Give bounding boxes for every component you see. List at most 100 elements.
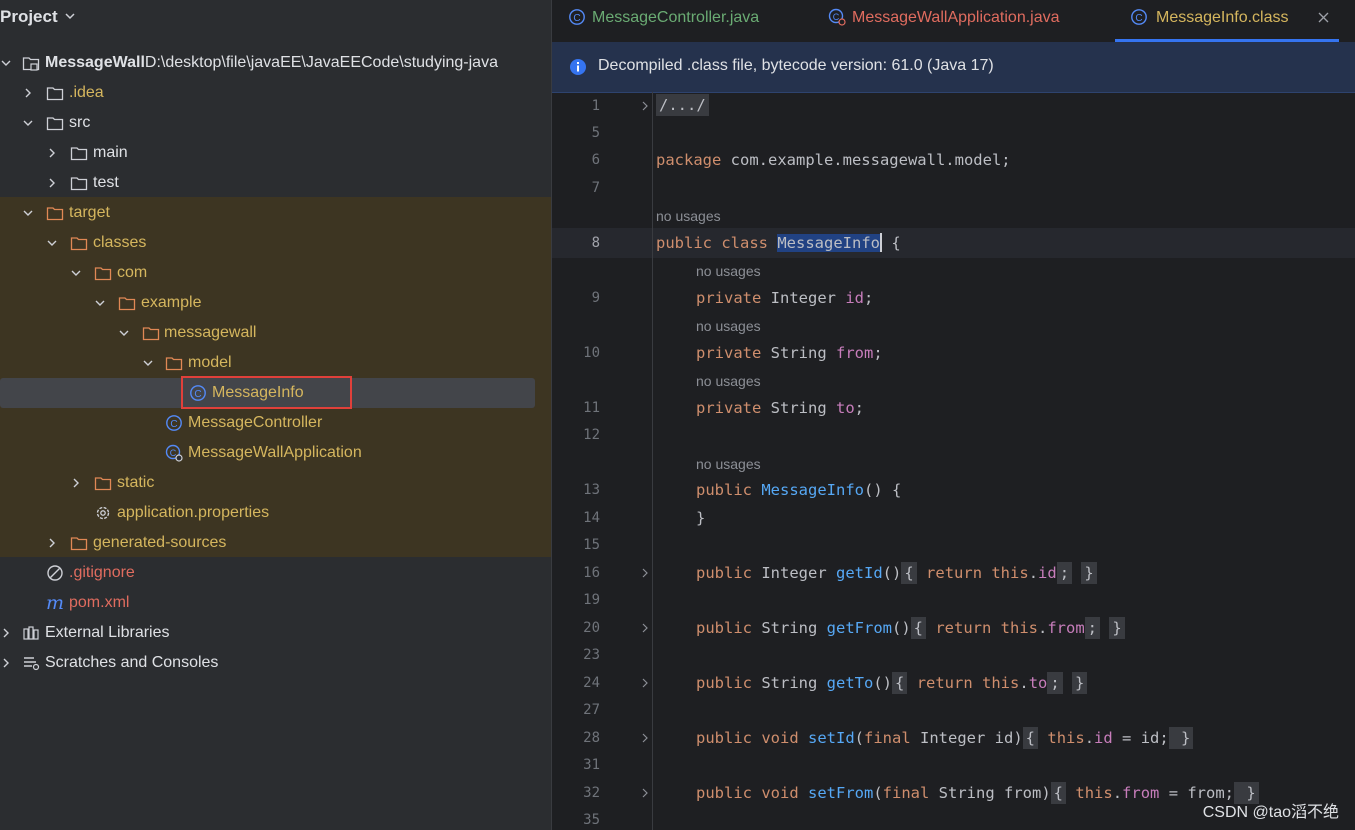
chevron-down-icon[interactable]	[94, 297, 106, 309]
tree-item-com[interactable]: com	[0, 258, 551, 288]
code-line-16[interactable]: public Integer getId(){ return this.id; …	[696, 562, 1097, 584]
code-line-10[interactable]: private String from;	[696, 344, 883, 362]
tree-item-external-libraries[interactable]: External Libraries	[0, 618, 551, 648]
chevron-right-icon[interactable]	[46, 537, 58, 549]
code-line-24[interactable]: public String getTo(){ return this.to; }	[696, 672, 1088, 694]
fold-expand-icon[interactable]	[640, 733, 650, 743]
code-line-32[interactable]: public void setFrom(final String from){ …	[696, 782, 1259, 804]
folded-body[interactable]: }	[1168, 727, 1194, 749]
chevron-down-icon[interactable]	[63, 9, 77, 23]
tree-item-classes[interactable]: classes	[0, 228, 551, 258]
fold-expand-icon[interactable]	[640, 623, 650, 633]
chevron-right-icon[interactable]	[70, 477, 82, 489]
chevron-down-icon[interactable]	[70, 267, 82, 279]
tree-item-test[interactable]: test	[0, 168, 551, 198]
code-line-6[interactable]: package com.example.messagewall.model;	[656, 151, 1011, 169]
tab-messagecontroller[interactable]: C MessageController.java	[568, 0, 808, 42]
tab-label: MessageWallApplication.java	[852, 9, 1060, 26]
tree-item-application-properties[interactable]: application.properties	[0, 498, 551, 528]
tree-item-static[interactable]: static	[0, 468, 551, 498]
line-number: 32	[583, 785, 600, 801]
line-number: 24	[583, 675, 600, 691]
tree-item-src[interactable]: src	[0, 108, 551, 138]
tree-label: pom.xml	[69, 594, 130, 611]
tree-item-main[interactable]: main	[0, 138, 551, 168]
fold-expand-icon[interactable]	[640, 101, 650, 111]
fold-expand-icon[interactable]	[640, 568, 650, 578]
chevron-down-icon[interactable]	[0, 57, 12, 69]
tree-item-target[interactable]: target	[0, 198, 551, 228]
tree-item-generated-sources[interactable]: generated-sources	[0, 528, 551, 558]
class-icon: C	[1131, 9, 1147, 25]
folded-header[interactable]: /.../	[656, 94, 709, 116]
fold-expand-icon[interactable]	[640, 678, 650, 688]
close-icon[interactable]	[1318, 12, 1329, 23]
tree-item-messagewallapplication[interactable]: C MessageWallApplication	[0, 438, 551, 468]
folded-body[interactable]: {	[910, 617, 926, 639]
keyword: public void	[696, 729, 799, 747]
folded-body[interactable]: }	[1072, 672, 1088, 694]
code-line-1[interactable]: /.../	[656, 94, 709, 116]
line-number: 31	[583, 757, 600, 773]
spring-app-class-icon: C	[828, 8, 846, 26]
tree-item-scratches[interactable]: Scratches and Consoles	[0, 648, 551, 678]
tree-label: messagewall	[164, 324, 257, 341]
tree-item-pom[interactable]: m pom.xml	[0, 588, 551, 618]
keyword: final	[882, 784, 930, 802]
line-number: 28	[583, 730, 600, 746]
usage-hint[interactable]: no usages	[696, 456, 761, 472]
tab-messageinfo-class[interactable]: C MessageInfo.class	[1115, 0, 1339, 42]
chevron-down-icon[interactable]	[22, 207, 34, 219]
keyword: private	[696, 399, 762, 417]
chevron-right-icon[interactable]	[0, 627, 12, 639]
chevron-down-icon[interactable]	[22, 117, 34, 129]
text-caret	[879, 232, 882, 252]
folded-body[interactable]: ;	[1047, 672, 1063, 694]
chevron-right-icon[interactable]	[22, 87, 34, 99]
project-title[interactable]: Project	[0, 7, 58, 27]
usage-hint[interactable]: no usages	[696, 373, 761, 389]
folded-body[interactable]: }	[1109, 617, 1125, 639]
folded-body[interactable]: ;	[1056, 562, 1073, 584]
tree-item-messagewall-pkg[interactable]: messagewall	[0, 318, 551, 348]
usage-hint[interactable]: no usages	[656, 208, 721, 224]
chevron-down-icon[interactable]	[118, 327, 130, 339]
spring-app-class-icon: C	[165, 444, 183, 462]
usage-hint[interactable]: no usages	[696, 263, 761, 279]
tree-item-messagewall[interactable]: MessageWallD:\desktop\file\javaEE\JavaEE…	[0, 48, 551, 78]
code-line-14[interactable]: }	[696, 509, 705, 527]
chevron-right-icon[interactable]	[0, 657, 12, 669]
punct: ()	[882, 564, 902, 582]
code-line-8[interactable]: public class MessageInfo {	[656, 232, 901, 252]
field-name: id	[845, 289, 864, 307]
usage-hint[interactable]: no usages	[696, 318, 761, 334]
fold-expand-icon[interactable]	[640, 788, 650, 798]
folded-body[interactable]: {	[1050, 782, 1067, 804]
folded-body[interactable]: ;	[1084, 617, 1101, 639]
code-line-9[interactable]: private Integer id;	[696, 289, 873, 307]
tree-item-gitignore[interactable]: .gitignore	[0, 558, 551, 588]
chevron-down-icon[interactable]	[142, 357, 154, 369]
module-folder-icon	[22, 57, 40, 71]
tree-item-model[interactable]: model	[0, 348, 551, 378]
field-name: from	[1122, 784, 1160, 802]
code-line-28[interactable]: public void setId(final Integer id){ thi…	[696, 727, 1194, 749]
type: String	[752, 619, 827, 637]
code-line-20[interactable]: public String getFrom(){ return this.fro…	[696, 617, 1125, 639]
code-line-13[interactable]: public MessageInfo() {	[696, 481, 901, 499]
chevron-down-icon[interactable]	[46, 237, 58, 249]
tab-messagewallapplication[interactable]: C MessageWallApplication.java	[828, 0, 1098, 42]
folded-body[interactable]: {	[901, 562, 917, 584]
tree-item-messagecontroller[interactable]: C MessageController	[0, 408, 551, 438]
folded-body[interactable]: {	[892, 672, 908, 694]
folded-body[interactable]: }	[1081, 562, 1097, 584]
code-line-11[interactable]: private String to;	[696, 399, 864, 417]
folded-body[interactable]: {	[1022, 727, 1039, 749]
folder-icon	[46, 87, 64, 101]
chevron-right-icon[interactable]	[46, 177, 58, 189]
tree-item-example[interactable]: example	[0, 288, 551, 318]
chevron-right-icon[interactable]	[46, 147, 58, 159]
field-name: id	[1094, 729, 1113, 747]
tree-item-idea[interactable]: .idea	[0, 78, 551, 108]
tree-label: Scratches and Consoles	[45, 654, 219, 671]
